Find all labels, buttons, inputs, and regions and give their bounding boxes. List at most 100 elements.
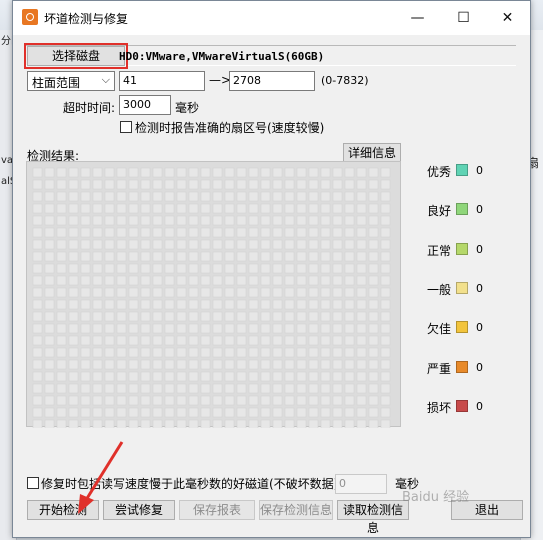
sector-cell: [272, 359, 283, 370]
sector-cell: [212, 419, 223, 428]
sector-cell: [32, 383, 43, 394]
minimize-button[interactable]: —: [395, 1, 440, 35]
sector-cell: [332, 215, 343, 226]
sector-cell: [272, 179, 283, 190]
legend-label: 一般: [427, 283, 452, 297]
sector-cell: [56, 167, 67, 178]
sector-cell: [200, 323, 211, 334]
try-repair-button[interactable]: 尝试修复: [103, 500, 175, 520]
save-report-button[interactable]: 保存报表: [179, 500, 255, 520]
sector-cell: [212, 227, 223, 238]
sector-cell: [176, 191, 187, 202]
sector-cell: [380, 203, 391, 214]
sector-cell: [212, 347, 223, 358]
repair-slow-checkbox[interactable]: [27, 477, 39, 489]
sector-cell: [356, 359, 367, 370]
sector-cell: [212, 323, 223, 334]
sector-cell: [296, 359, 307, 370]
sector-cell: [140, 275, 151, 286]
sector-cell: [152, 263, 163, 274]
range-start-input[interactable]: 41: [119, 71, 205, 91]
sector-cell: [224, 335, 235, 346]
sector-cell: [248, 383, 259, 394]
sector-cell: [92, 275, 103, 286]
sector-cell: [200, 347, 211, 358]
sector-cell: [344, 299, 355, 310]
sector-cell: [152, 203, 163, 214]
sector-cell: [356, 395, 367, 406]
sector-cell: [188, 167, 199, 178]
sector-cell: [356, 203, 367, 214]
sector-cell: [128, 239, 139, 250]
sector-cell: [68, 263, 79, 274]
maximize-button[interactable]: ☐: [441, 1, 486, 35]
sector-cell: [368, 215, 379, 226]
report-sector-checkbox[interactable]: [120, 121, 132, 133]
sector-cell: [212, 179, 223, 190]
sector-cell: [164, 311, 175, 322]
sector-cell: [212, 287, 223, 298]
sector-cell: [140, 359, 151, 370]
sector-cell: [332, 227, 343, 238]
detail-info-button[interactable]: 详细信息: [343, 143, 401, 163]
sector-cell: [164, 179, 175, 190]
sector-cell: [116, 191, 127, 202]
sector-cell: [380, 227, 391, 238]
sector-cell: [116, 359, 127, 370]
sector-cell: [356, 371, 367, 382]
sector-cell: [200, 263, 211, 274]
sector-cell: [44, 335, 55, 346]
sector-cell: [188, 203, 199, 214]
sector-cell: [284, 323, 295, 334]
range-end-input[interactable]: 2708: [229, 71, 315, 91]
sector-cell: [68, 299, 79, 310]
sector-cell: [344, 395, 355, 406]
sector-cell: [284, 371, 295, 382]
sector-cell: [260, 203, 271, 214]
save-result-button[interactable]: 保存检测信息: [259, 500, 333, 520]
sector-cell: [116, 275, 127, 286]
sector-cell: [44, 371, 55, 382]
sector-cell: [332, 371, 343, 382]
title-bar[interactable]: 坏道检测与修复 — ☐ ✕: [13, 1, 530, 35]
sector-cell: [212, 203, 223, 214]
sector-cell: [68, 359, 79, 370]
sector-cell: [164, 359, 175, 370]
legend-count: 0: [476, 203, 483, 216]
sector-cell: [128, 335, 139, 346]
sector-cell: [368, 311, 379, 322]
sector-cell: [176, 371, 187, 382]
range-mode-select[interactable]: 柱面范围 ⌵: [27, 71, 115, 91]
repair-threshold-input[interactable]: 0: [335, 474, 387, 494]
sector-cell: [224, 395, 235, 406]
start-check-button[interactable]: 开始检测: [27, 500, 99, 520]
sector-cell: [284, 215, 295, 226]
close-button[interactable]: ✕: [485, 1, 530, 35]
sector-cell: [68, 287, 79, 298]
timeout-input[interactable]: 3000: [119, 95, 171, 115]
legend-swatch: [456, 361, 468, 373]
sector-cell: [32, 359, 43, 370]
sector-cell: [380, 263, 391, 274]
sector-cell: [32, 167, 43, 178]
sector-cell: [140, 287, 151, 298]
sector-cell: [164, 407, 175, 418]
sector-cell: [308, 191, 319, 202]
sector-cell: [284, 395, 295, 406]
sector-cell: [308, 323, 319, 334]
sector-map-cells: [32, 167, 391, 428]
sector-cell: [236, 215, 247, 226]
sector-cell: [92, 371, 103, 382]
read-result-button[interactable]: 读取检测信息: [337, 500, 409, 535]
sector-cell: [308, 311, 319, 322]
sector-cell: [128, 215, 139, 226]
sector-cell: [320, 179, 331, 190]
sector-cell: [128, 347, 139, 358]
sector-cell: [176, 251, 187, 262]
sector-cell: [284, 299, 295, 310]
report-sector-label: 检测时报告准确的扇区号(速度较慢): [135, 121, 325, 135]
sector-cell: [260, 299, 271, 310]
sector-cell: [200, 167, 211, 178]
sector-cell: [332, 419, 343, 428]
sector-cell: [332, 383, 343, 394]
